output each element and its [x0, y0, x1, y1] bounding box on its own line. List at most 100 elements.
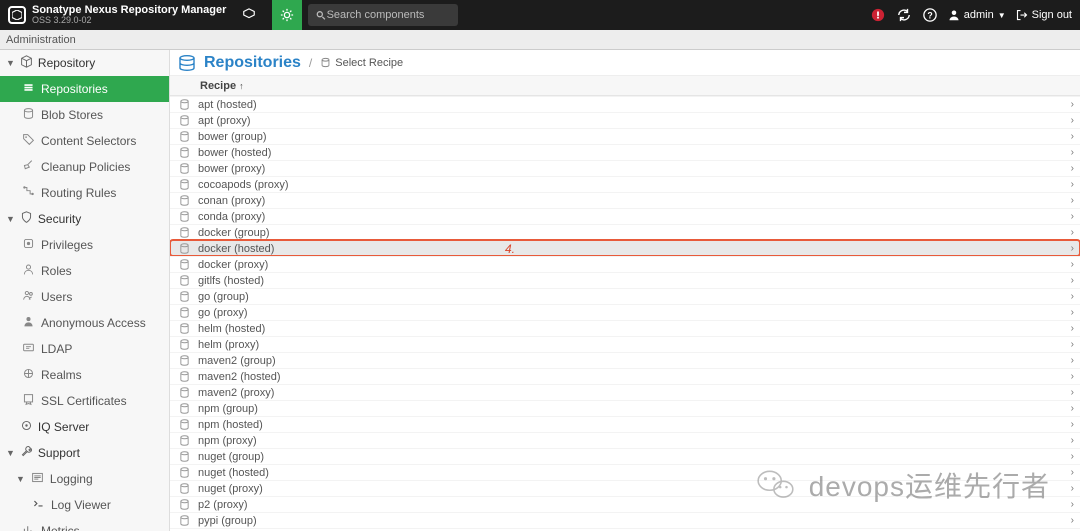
repositories-icon [178, 54, 196, 72]
sidebar-item-blob-stores[interactable]: Blob Stores [0, 102, 169, 128]
sidebar-item-logging[interactable]: ▼ Logging [0, 466, 169, 492]
repo-icon [178, 466, 192, 479]
search-wrap[interactable] [308, 4, 458, 26]
sidebar-item-content-selectors[interactable]: Content Selectors [0, 128, 169, 154]
sidebar-item-users[interactable]: Users [0, 284, 169, 310]
recipe-row-apt-hosted[interactable]: apt (hosted)› [170, 96, 1080, 112]
recipe-row-npm-proxy[interactable]: npm (proxy)› [170, 432, 1080, 448]
recipe-row-helm-hosted[interactable]: helm (hosted) › [170, 320, 1080, 336]
recipe-row-docker-proxy[interactable]: docker (proxy)› [170, 256, 1080, 272]
recipe-row-bower-group[interactable]: bower (group)› [170, 128, 1080, 144]
help-icon[interactable]: ? [922, 7, 938, 23]
recipe-row-helm-proxy[interactable]: helm (proxy)› [170, 336, 1080, 352]
item-label: Logging [50, 472, 93, 486]
sidebar-item-privileges[interactable]: Privileges [0, 232, 169, 258]
sidebar-item-cleanup-policies[interactable]: Cleanup Policies [0, 154, 169, 180]
stack-icon [22, 81, 35, 97]
recipe-name: npm (hosted) [198, 419, 263, 431]
recipe-row-go-proxy[interactable]: go (proxy)› [170, 304, 1080, 320]
chevron-down-icon: ▼ [16, 474, 25, 484]
item-label: Realms [41, 368, 82, 382]
people-icon [22, 289, 35, 305]
recipe-row-nuget-group[interactable]: nuget (group) › [170, 448, 1080, 464]
badge-icon [22, 237, 35, 253]
chevron-right-icon: › [1071, 451, 1074, 462]
recipe-row-go-group[interactable]: go (group)› [170, 288, 1080, 304]
repo-icon [178, 290, 192, 303]
repo-icon [178, 306, 192, 319]
admin-gear-button[interactable] [272, 0, 302, 30]
repo-icon [178, 210, 192, 223]
chevron-right-icon: › [1071, 323, 1074, 334]
recipe-row-maven2-hosted[interactable]: maven2 (hosted)› [170, 368, 1080, 384]
sort-indicator-icon: ↑ [239, 81, 244, 91]
recipe-row-docker-group[interactable]: docker (group)› [170, 224, 1080, 240]
recipe-row-maven2-group[interactable]: maven2 (group)› [170, 352, 1080, 368]
column-header-recipe[interactable]: Recipe ↑ [170, 76, 1080, 96]
sidebar-item-realms[interactable]: Realms [0, 362, 169, 388]
repo-icon [178, 146, 192, 159]
sidebar-item-repositories[interactable]: Repositories [0, 76, 169, 102]
tag-icon [22, 133, 35, 149]
recipe-list: apt (hosted)›apt (proxy)›bower (group)›b… [170, 96, 1080, 531]
search-input[interactable] [327, 9, 451, 21]
alert-icon[interactable] [870, 7, 886, 23]
sidebar-item-ldap[interactable]: LDAP [0, 336, 169, 362]
recipe-row-nuget-proxy[interactable]: nuget (proxy)› [170, 480, 1080, 496]
recipe-name: helm (hosted) [198, 323, 265, 335]
recipe-row-apt-proxy[interactable]: apt (proxy)› [170, 112, 1080, 128]
recipe-row-p2-proxy[interactable]: p2 (proxy)› [170, 496, 1080, 512]
repo-icon [178, 418, 192, 431]
recipe-name: p2 (proxy) [198, 499, 248, 511]
recipe-row-conda-proxy[interactable]: conda (proxy)› [170, 208, 1080, 224]
recipe-name: conda (proxy) [198, 211, 265, 223]
repo-icon [178, 242, 192, 255]
chevron-right-icon: › [1071, 419, 1074, 430]
section-strip: Administration [0, 30, 1080, 50]
recipe-row-npm-hosted[interactable]: npm (hosted) › [170, 416, 1080, 432]
sidebar-group-iq-server[interactable]: ▼IQ Server [0, 414, 169, 440]
user-menu[interactable]: admin ▼ [948, 9, 1006, 21]
wrench-icon [20, 445, 33, 461]
sidebar-group-support[interactable]: ▼Support [0, 440, 169, 466]
sidebar-item-roles[interactable]: Roles [0, 258, 169, 284]
recipe-name: nuget (group) [198, 451, 264, 463]
anon-icon [22, 315, 35, 331]
recipe-row-gitlfs-hosted[interactable]: gitlfs (hosted)› [170, 272, 1080, 288]
sign-out-button[interactable]: Sign out [1016, 9, 1072, 21]
item-label: LDAP [41, 342, 72, 356]
recipe-row-conan-proxy[interactable]: conan (proxy)› [170, 192, 1080, 208]
breadcrumb[interactable]: Select Recipe [320, 57, 403, 69]
sidebar-item-anonymous-access[interactable]: Anonymous Access [0, 310, 169, 336]
repo-icon [178, 226, 192, 239]
cube-icon [20, 55, 33, 71]
recipe-row-maven2-proxy[interactable]: maven2 (proxy)› [170, 384, 1080, 400]
sidebar-item-ssl-certificates[interactable]: SSL Certificates [0, 388, 169, 414]
refresh-icon[interactable] [896, 7, 912, 23]
sidebar-item-log-viewer[interactable]: Log Viewer [0, 492, 169, 518]
ldap-icon [22, 341, 35, 357]
recipe-row-pypi-group[interactable]: pypi (group)› [170, 512, 1080, 528]
recipe-row-npm-group[interactable]: npm (group)› [170, 400, 1080, 416]
sidebar-item-metrics[interactable]: Metrics [0, 518, 169, 531]
repo-icon [178, 514, 192, 527]
user-label: admin [964, 9, 994, 21]
sidebar-item-routing-rules[interactable]: Routing Rules [0, 180, 169, 206]
recipe-row-docker-hosted[interactable]: docker (hosted)4.› [170, 240, 1080, 256]
repo-icon [178, 402, 192, 415]
sidebar-group-security[interactable]: ▼Security [0, 206, 169, 232]
sidebar-group-repository[interactable]: ▼Repository [0, 50, 169, 76]
repo-icon [178, 178, 192, 191]
chevron-right-icon: › [1071, 163, 1074, 174]
repo-icon [178, 130, 192, 143]
chevron-right-icon: › [1071, 291, 1074, 302]
recipe-row-bower-proxy[interactable]: bower (proxy)› [170, 160, 1080, 176]
repo-icon [178, 194, 192, 207]
recipe-row-nuget-hosted[interactable]: nuget (hosted)› [170, 464, 1080, 480]
recipe-row-bower-hosted[interactable]: bower (hosted)› [170, 144, 1080, 160]
recipe-row-cocoapods-proxy[interactable]: cocoapods (proxy)› [170, 176, 1080, 192]
product-logo [8, 6, 26, 24]
repo-icon [178, 434, 192, 447]
chevron-down-icon: ▼ [6, 214, 15, 224]
browse-button[interactable] [234, 0, 264, 30]
